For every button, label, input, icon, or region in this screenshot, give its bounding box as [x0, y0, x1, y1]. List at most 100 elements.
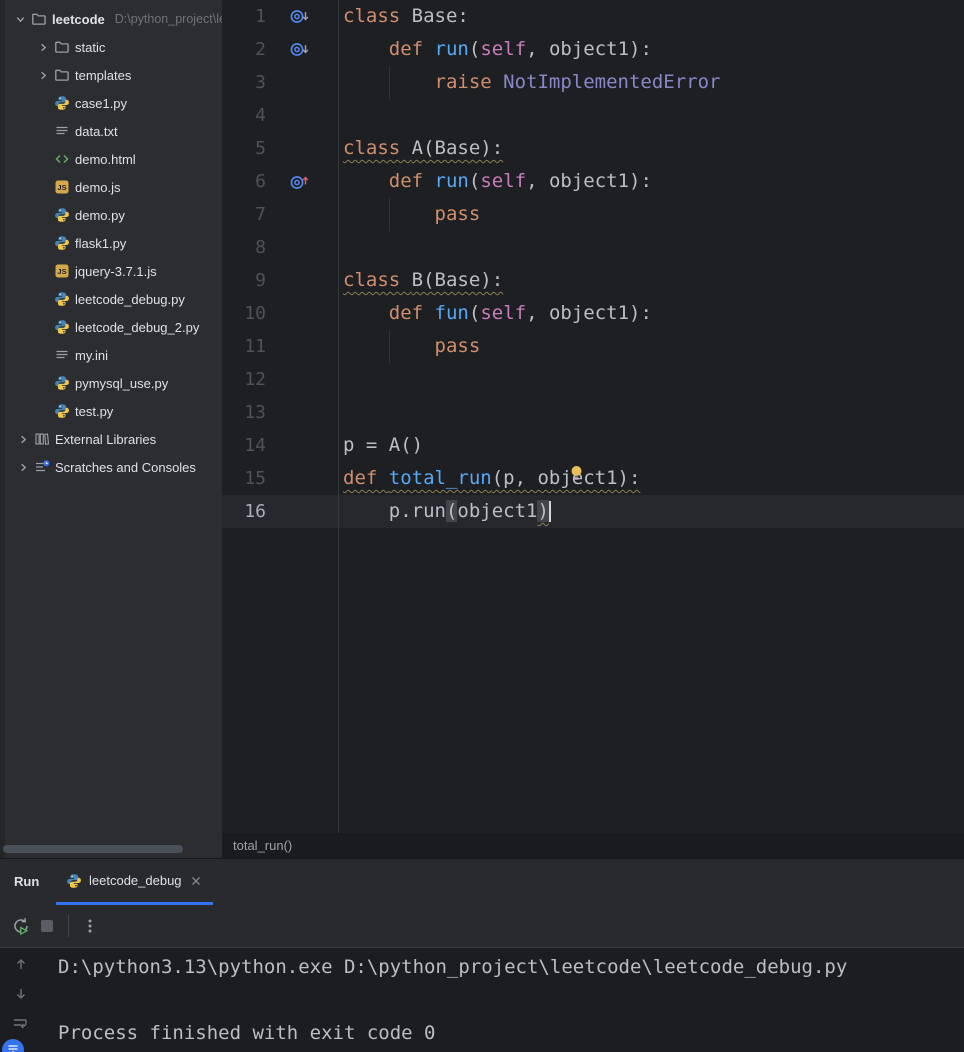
code-line-6[interactable]: 6 def run(self, object1): — [222, 165, 964, 198]
rerun-button[interactable] — [8, 913, 34, 939]
tree-item-demo-html[interactable]: demo.html — [0, 145, 222, 173]
code-area[interactable]: 1 class Base: 2 def run(self, object1): 3 r… — [222, 0, 964, 833]
tree-item-demo-js[interactable]: JS demo.js — [0, 173, 222, 201]
run-console[interactable]: D:\python3.13\python.exe D:\python_proje… — [0, 948, 964, 1052]
code-line-4[interactable]: 4 — [222, 99, 964, 132]
line-number: 11 — [244, 336, 266, 357]
code-line-5[interactable]: 5 class A(Base): — [222, 132, 964, 165]
code-line-10[interactable]: 10 def fun(self, object1): — [222, 297, 964, 330]
tree-item-data-txt[interactable]: data.txt — [0, 117, 222, 145]
tree-item-external-libraries[interactable]: External Libraries — [0, 425, 222, 453]
horizontal-scrollbar[interactable] — [3, 845, 183, 853]
project-root-path: D:\python_project\leetcode — [114, 12, 222, 26]
code-line-1[interactable]: 1 class Base: — [222, 0, 964, 33]
code-text[interactable]: class B(Base): — [338, 264, 503, 297]
tree-item-label: pymysql_use.py — [75, 375, 169, 391]
tree-item-label: jquery-3.7.1.js — [75, 263, 157, 279]
code-text[interactable]: class Base: — [338, 0, 469, 33]
token: pass — [434, 203, 481, 225]
line-number: 1 — [255, 6, 266, 27]
tree-item-my-ini[interactable]: my.ini — [0, 341, 222, 369]
code-line-9[interactable]: 9 class B(Base): — [222, 264, 964, 297]
tree-item-demo-py[interactable]: demo.py — [0, 201, 222, 229]
tree-item-label: Scratches and Consoles — [55, 459, 196, 475]
code-text[interactable]: class A(Base): — [338, 132, 503, 165]
line-number: 16 — [244, 501, 266, 522]
code-text[interactable]: raise NotImplementedError — [338, 66, 721, 99]
indent-guide — [388, 198, 390, 231]
gutter — [266, 99, 338, 132]
tree-item-case1-py[interactable]: case1.py — [0, 89, 222, 117]
python-icon — [54, 235, 70, 251]
token: fun — [434, 302, 469, 324]
chevron-down-icon[interactable] — [14, 13, 27, 26]
stop-button[interactable] — [34, 913, 60, 939]
code-line-7[interactable]: 7 pass — [222, 198, 964, 231]
gutter — [266, 33, 338, 66]
code-line-16[interactable]: 16 p.run(object1) — [222, 495, 964, 528]
code-text[interactable]: def fun(self, object1): — [338, 297, 652, 330]
close-icon[interactable] — [189, 874, 203, 888]
code-text[interactable]: def total_run(p, object1): — [338, 462, 640, 495]
chevron-right-icon[interactable] — [17, 433, 30, 446]
code-line-11[interactable]: 11 pass — [222, 330, 964, 363]
gutter — [266, 0, 338, 33]
line-number: 2 — [255, 39, 266, 60]
code-text[interactable]: def run(self, object1): — [338, 165, 652, 198]
code-text[interactable]: pass — [338, 198, 480, 231]
code-text[interactable]: pass — [338, 330, 480, 363]
code-line-12[interactable]: 12 — [222, 363, 964, 396]
tree-item-leetcode-debug-py[interactable]: leetcode_debug.py — [0, 285, 222, 313]
token: A(Base): — [411, 137, 504, 159]
token: ( — [468, 170, 481, 192]
tree-item-label: templates — [75, 67, 132, 83]
tree-item-label: demo.html — [75, 151, 136, 167]
tree-root-leetcode[interactable]: leetcode D:\python_project\leetcode — [0, 5, 222, 33]
token: def — [388, 302, 435, 324]
code-text[interactable]: def run(self, object1): — [338, 33, 652, 66]
tree-item-label: static — [75, 39, 106, 55]
tree-item-static[interactable]: static — [0, 33, 222, 61]
code-line-3[interactable]: 3 raise NotImplementedError — [222, 66, 964, 99]
tree-item-leetcode-debug-2-py[interactable]: leetcode_debug_2.py — [0, 313, 222, 341]
scroll-to-end-icon[interactable] — [2, 1039, 24, 1052]
code-line-14[interactable]: 14 p = A() — [222, 429, 964, 462]
tree-item-pymysql-use-py[interactable]: pymysql_use.py — [0, 369, 222, 397]
gutter — [266, 264, 338, 297]
gutter — [266, 66, 338, 99]
tree-item-scratches-and-consoles[interactable]: Scratches and Consoles — [0, 453, 222, 481]
chevron-right-icon[interactable] — [37, 69, 50, 82]
tree-item-flask1-py[interactable]: flask1.py — [0, 229, 222, 257]
project-sidebar: leetcode D:\python_project\leetcode stat… — [0, 0, 222, 858]
code-editor[interactable]: 1 class Base: 2 def run(self, object1): 3 r… — [222, 0, 964, 858]
code-text[interactable]: p = A() — [338, 429, 423, 462]
tree-item-jquery-3-7-1-js[interactable]: JS jquery-3.7.1.js — [0, 257, 222, 285]
tree-item-templates[interactable]: templates — [0, 61, 222, 89]
code-text[interactable]: p.run(object1) — [338, 495, 551, 528]
code-line-8[interactable]: 8 — [222, 231, 964, 264]
js-icon: JS — [54, 263, 70, 279]
chevron-right-icon[interactable] — [17, 461, 30, 474]
more-options-button[interactable] — [77, 913, 103, 939]
run-tab-leetcode-debug[interactable]: leetcode_debug — [56, 859, 213, 905]
next-occurrence-icon[interactable] — [10, 986, 32, 1002]
code-line-15[interactable]: 15 def total_run(p, object1): — [222, 462, 964, 495]
code-line-13[interactable]: 13 — [222, 396, 964, 429]
token: NotImplementedError — [503, 71, 721, 93]
token: raise — [434, 71, 504, 93]
line-number: 3 — [255, 72, 266, 93]
breadcrumb-item[interactable]: total_run() — [233, 838, 292, 853]
soft-wrap-icon[interactable] — [10, 1016, 32, 1032]
token: class — [343, 269, 412, 291]
tree-item-label: test.py — [75, 403, 114, 419]
code-line-2[interactable]: 2 def run(self, object1): — [222, 33, 964, 66]
prev-occurrence-icon[interactable] — [10, 956, 32, 972]
run-tab-label: leetcode_debug — [89, 873, 182, 888]
scratches-icon — [34, 459, 50, 475]
token: self — [480, 38, 527, 60]
tree-item-test-py[interactable]: test.py — [0, 397, 222, 425]
run-header: Run leetcode_debug — [0, 859, 964, 905]
chevron-right-icon[interactable] — [37, 41, 50, 54]
intention-bulb-icon[interactable] — [570, 465, 583, 487]
